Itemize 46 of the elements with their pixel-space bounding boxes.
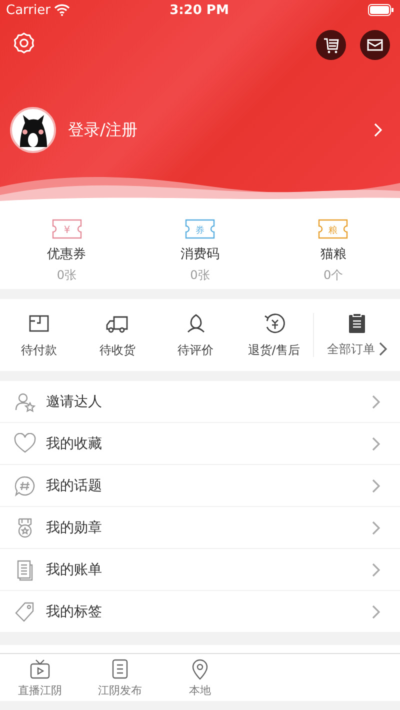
menu-item[interactable]: 邀请达人 — [0, 381, 400, 423]
settings-icon[interactable] — [12, 31, 36, 55]
status-time: 3:20 PM — [168, 2, 230, 18]
tv-icon — [29, 658, 51, 680]
menu-item[interactable]: 我的收藏 — [0, 423, 400, 465]
tab-bar-item[interactable]: 本地 — [160, 654, 240, 701]
order-status-tab[interactable]: 待评价 — [178, 342, 214, 358]
cat-avatar[interactable] — [10, 107, 56, 153]
login-link[interactable]: 登录/注册 — [68, 120, 362, 140]
order-status-tab[interactable]: 待收货 — [99, 342, 136, 358]
all-orders-link[interactable]: 全部订单 — [326, 340, 375, 358]
heart-icon — [14, 432, 36, 454]
menu-item[interactable]: 我的标签 — [0, 591, 400, 633]
chevron-icon — [372, 394, 380, 408]
chevron-icon — [374, 123, 382, 137]
menu-item[interactable]: 我的勋章 — [0, 507, 400, 549]
asset-count: 0个 — [324, 267, 344, 284]
carrier-label: Carrier — [6, 2, 50, 18]
ticket-icon: 券 — [184, 219, 215, 239]
ticket-icon: ¥ — [52, 219, 82, 239]
chevron-icon — [372, 436, 380, 450]
chevron-icon — [372, 478, 380, 492]
tab-bar-item[interactable]: 江阴发布 — [80, 654, 160, 701]
chevron-icon — [378, 342, 387, 356]
ticket-icon: 粮 — [318, 219, 348, 239]
asset-count: 0张 — [56, 267, 76, 284]
order-status-tab[interactable]: 待付款 — [21, 342, 58, 358]
wifi-icon — [54, 4, 70, 16]
tab-bar-item[interactable]: 直播江阴 — [0, 654, 80, 701]
clipboard-icon[interactable] — [348, 312, 366, 332]
mail-icon[interactable] — [360, 30, 390, 60]
people-star-icon — [14, 390, 36, 412]
hashtag-bubble-icon — [14, 474, 36, 496]
menu-item[interactable]: 我的账单 — [0, 549, 400, 591]
tag-icon — [14, 600, 36, 622]
order-status-tab[interactable]: 退货/售后 — [248, 342, 300, 358]
chevron-icon — [372, 562, 380, 576]
menu-item[interactable]: 我的话题 — [0, 465, 400, 507]
chevron-icon — [372, 520, 380, 534]
asset-label[interactable]: 优惠券 — [47, 245, 86, 263]
asset-count: 0张 — [190, 267, 210, 284]
asset-label[interactable]: 消费码 — [180, 245, 220, 263]
cart-icon[interactable] — [316, 30, 346, 60]
battery-icon — [368, 4, 394, 16]
asset-label[interactable]: 猫粮 — [320, 245, 346, 263]
chevron-icon — [372, 604, 380, 618]
